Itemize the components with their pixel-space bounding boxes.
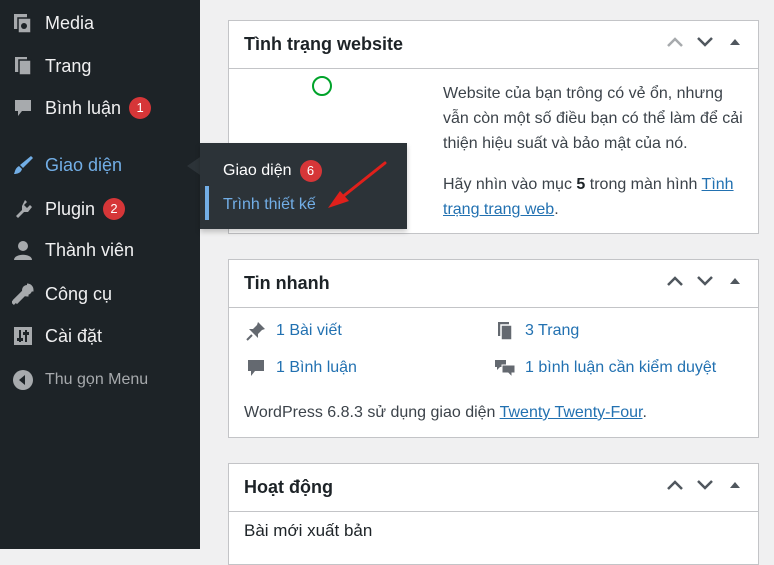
wp-version-text: WordPress 6.8.3 sử dụng giao diện — [244, 404, 496, 421]
toggle-panel-icon[interactable] — [720, 35, 750, 55]
appearance-icon — [12, 154, 34, 176]
moderation-label: 1 bình luận cần kiểm duyệt — [525, 359, 717, 376]
collapse-menu-button[interactable]: Thu gọn Menu — [0, 360, 200, 400]
pin-icon — [245, 320, 267, 342]
plugins-count-badge: 2 — [103, 198, 126, 220]
menu-label: Plugin — [45, 198, 96, 219]
hint-middle: trong màn hình — [589, 176, 698, 193]
menu-item-pages[interactable]: Trang — [0, 46, 200, 86]
menu-item-appearance[interactable]: Giao diện — [0, 145, 200, 185]
comments-count-label: 1 Bình luận — [276, 359, 357, 376]
move-up-icon[interactable] — [660, 35, 690, 55]
recently-published-heading: Bài mới xuất bản — [244, 521, 373, 540]
move-down-icon[interactable] — [690, 478, 720, 498]
menu-item-users[interactable]: Thành viên — [0, 230, 200, 270]
move-up-icon[interactable] — [660, 274, 690, 294]
pages-count-link[interactable]: 3 Trang — [494, 320, 579, 342]
move-up-icon[interactable] — [660, 478, 690, 498]
pages-count-label: 3 Trang — [525, 322, 580, 339]
health-hint: Hãy nhìn vào mục 5 trong màn hình Tình t… — [443, 172, 748, 222]
menu-label: Công cụ — [45, 283, 113, 304]
menu-label: Bình luận — [45, 97, 122, 118]
comments-icon — [12, 97, 34, 119]
move-down-icon[interactable] — [690, 274, 720, 294]
widget-controls — [660, 478, 750, 498]
widget-header: Tình trạng website — [229, 21, 758, 69]
collapse-menu-label: Thu gọn Menu — [45, 371, 149, 388]
health-status-indicator — [312, 76, 332, 96]
wp-suffix: . — [642, 404, 647, 421]
toggle-panel-icon[interactable] — [720, 274, 750, 294]
tools-icon — [12, 283, 34, 305]
toggle-panel-icon[interactable] — [720, 478, 750, 498]
posts-count-label: 1 Bài viết — [276, 322, 342, 339]
at-a-glance-widget: Tin nhanh 1 Bài viết 3 Trang 1 Bình luận… — [228, 259, 759, 438]
widget-title: Tình trạng website — [244, 34, 404, 54]
widget-title: Tin nhanh — [244, 273, 330, 293]
hint-prefix: Hãy nhìn vào mục — [443, 176, 572, 193]
flyout-item-appearance[interactable]: Giao diện 6 — [223, 160, 322, 182]
pages-icon — [494, 320, 516, 342]
theme-link[interactable]: Twenty Twenty-Four — [500, 404, 643, 421]
comment-icon — [245, 357, 267, 379]
widget-controls — [660, 274, 750, 294]
flyout-pointer — [187, 157, 200, 175]
wp-version-info: WordPress 6.8.3 sử dụng giao diện Twenty… — [244, 400, 647, 425]
collapse-icon — [12, 369, 34, 391]
flyout-title: Giao diện — [223, 162, 292, 179]
moderation-link[interactable]: 1 bình luận cần kiểm duyệt — [494, 357, 716, 379]
menu-label: Trang — [45, 55, 92, 76]
menu-item-settings[interactable]: Cài đặt — [0, 316, 200, 356]
widget-title: Hoạt động — [244, 477, 333, 497]
health-message: Website của bạn trông có vẻ ổn, nhưng vẫ… — [443, 85, 743, 152]
menu-label: Media — [45, 12, 95, 33]
comments-moderation-icon — [494, 357, 516, 379]
hint-count: 5 — [576, 176, 586, 193]
admin-sidebar: Media Trang Bình luận 1 Giao diện Plugin… — [0, 0, 200, 549]
menu-label: Giao diện — [45, 154, 123, 175]
menu-item-plugins[interactable]: Plugin 2 — [0, 189, 200, 229]
comments-count-badge: 1 — [129, 97, 152, 119]
widget-controls — [660, 35, 750, 55]
move-down-icon[interactable] — [690, 35, 720, 55]
menu-item-tools[interactable]: Công cụ — [0, 274, 200, 314]
users-icon — [12, 239, 34, 261]
widget-header: Hoạt động — [229, 464, 758, 512]
flyout-item-site-editor[interactable]: Trình thiết kế — [205, 186, 399, 220]
menu-label: Thành viên — [45, 239, 135, 260]
menu-item-media[interactable]: Media — [0, 3, 200, 43]
widget-header: Tin nhanh — [229, 260, 758, 308]
posts-count-link[interactable]: 1 Bài viết — [245, 320, 342, 342]
pages-icon — [12, 55, 34, 77]
appearance-count-badge: 6 — [299, 160, 322, 182]
menu-item-comments[interactable]: Bình luận 1 — [0, 88, 200, 128]
hint-suffix: . — [554, 201, 559, 218]
media-icon — [12, 12, 34, 34]
activity-widget: Hoạt động Bài mới xuất bản — [228, 463, 759, 565]
comments-count-link[interactable]: 1 Bình luận — [245, 357, 357, 379]
appearance-flyout-menu: Giao diện 6 Trình thiết kế — [200, 143, 407, 229]
site-editor-label: Trình thiết kế — [223, 196, 316, 213]
menu-label: Cài đặt — [45, 325, 103, 346]
plugins-icon — [12, 198, 34, 220]
settings-icon — [12, 325, 34, 347]
